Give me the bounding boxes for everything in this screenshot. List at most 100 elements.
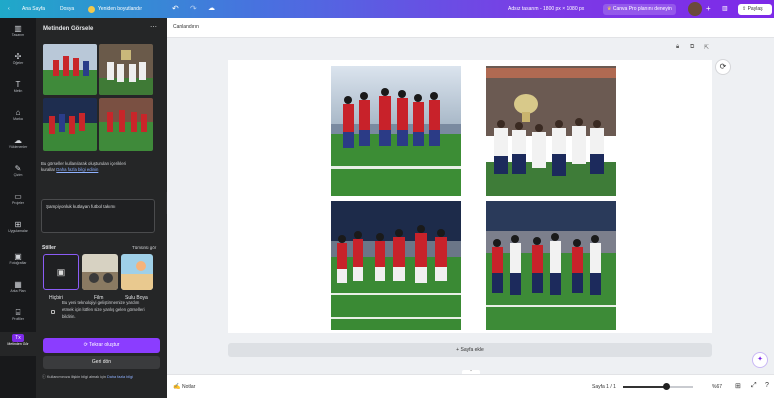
page-indicator[interactable]: Sayfa 1 / 1 [592,384,616,390]
go-back-button[interactable]: Geri dön [43,356,160,369]
design-page[interactable] [228,60,712,333]
more-dots-icon[interactable]: ⋯ [150,23,157,31]
style-option-film[interactable] [82,254,118,290]
disclaimer-text-2: kurallar [41,167,56,172]
try-pro-label: Canva Pro planını deneyin [612,6,672,12]
result-thumbnail-3[interactable] [43,98,97,151]
rail-item-design[interactable]: ▥ Tasarım [0,24,36,37]
notes-button[interactable]: Notlar [182,384,195,390]
left-icon-rail: ▥ Tasarım ✣ Öğeler T Metin ⌂ Marka ☁ Yüklenen… [0,18,36,398]
learn-more-link[interactable]: Daha fazla bilgi edinin [56,167,98,172]
elements-icon: ✣ [14,52,22,61]
animate-button[interactable]: Canlandırın [173,24,199,30]
draw-icon: ✎ [14,164,22,173]
rail-label: Profiller [12,317,24,321]
text-icon: T [15,80,21,89]
trophy-team-image[interactable] [486,66,616,196]
rail-item-text[interactable]: T Metin [0,80,36,93]
red-team-celebrating-image[interactable] [331,66,461,196]
zoom-level[interactable]: %67 [712,384,722,390]
image-placeholder-icon: ▣ [56,267,66,277]
rail-label: Uygulamalar [8,229,28,233]
avatar[interactable] [688,2,702,16]
cloud-upload-icon: ☁ [14,136,22,145]
photo-red-team [331,66,461,196]
thumbnail-image [43,98,97,151]
help-icon[interactable]: ? [765,382,769,389]
layout-icon: ▥ [14,24,22,33]
panel-footer: ⓘ Kullanımınıza ilişkin bilgi almak için… [42,375,160,380]
rail-label: Projeler [11,201,25,205]
footer-text: Kullanımınıza ilişkin bilgi almak için [46,375,106,379]
magic-icon[interactable]: ✦ [752,352,768,368]
refresh-icon[interactable]: ⟳ [715,59,731,75]
thumbnail-image [99,44,153,95]
panel-title: Metinden Görsele [43,26,94,32]
add-page-icon[interactable]: ⇱ [704,44,709,51]
back-chevron-icon[interactable]: ‹ [8,0,10,18]
background-icon: ▦ [14,280,22,289]
rail-item-apps[interactable]: ⊞ Uygulamalar [0,220,36,233]
style-option-none[interactable]: ▣ [43,254,79,290]
cloud-save-icon[interactable]: ☁ [208,0,215,18]
see-all-link[interactable]: Tümünü gör [132,245,156,250]
fullscreen-icon[interactable]: ⤢ [751,382,757,390]
file-menu[interactable]: Dosya [60,0,74,18]
result-thumbnail-2[interactable] [99,44,153,95]
result-thumbnail-4[interactable] [99,98,153,151]
regenerate-button[interactable]: ⟳ Tekrar oluştur [43,338,160,353]
context-toolbar: Canlandırın [167,18,774,38]
bar-chart-icon[interactable]: ▥ [722,0,728,18]
brand-icon: ⌂ [15,108,21,117]
result-thumbnail-1[interactable] [43,44,97,95]
info-icon: ⓘ [42,375,46,379]
photo-red-team-stadium [331,201,461,330]
consent-checkbox[interactable] [51,310,55,314]
rail-item-elements[interactable]: ✣ Öğeler [0,52,36,65]
style-option-watercolor[interactable] [121,254,153,290]
try-pro-button[interactable]: ♛ Canva Pro planını deneyin [603,4,676,15]
profile-icon: ⌸ [15,308,21,317]
notes-icon[interactable]: ✍ [173,383,180,390]
rail-item-photos[interactable]: ▣ Fotoğraflar [0,252,36,265]
lock-icon[interactable]: 🔒︎ [676,44,679,51]
mixed-team-image[interactable] [486,201,616,330]
rail-item-uploads[interactable]: ☁ Yüklenenler [0,136,36,149]
rail-item-profiles[interactable]: ⌸ Profiller [0,308,36,321]
document-title[interactable]: Adsız tasarım - 1800 px × 1080 px [508,0,584,18]
plus-icon[interactable]: + [706,0,711,18]
rail-item-background[interactable]: ▦ Arka Plan [0,280,36,293]
photo-trophy-team [486,66,616,196]
zoom-slider-handle[interactable] [663,383,671,390]
duplicate-icon[interactable]: ⧉ [690,44,694,51]
editor-top-bar: ‹ Ana Sayfa Dosya Yeniden boyutlandır ↶ … [0,0,774,18]
grid-view-icon[interactable]: ⊞ [735,382,741,390]
refresh-icon: ⟳ [83,342,88,348]
redo-icon[interactable]: ↷ [190,0,197,18]
photo-mixed-team [486,201,616,330]
rail-item-draw[interactable]: ✎ Çizim [0,164,36,177]
rail-item-text-to-image[interactable]: Tx Metinden Gör [0,332,36,356]
consent-text: Bu yeni teknolojiyi geliştirmemize yardı… [62,300,145,319]
rail-label: Fotoğraflar [9,261,27,265]
resize-button[interactable]: Yeniden boyutlandır [98,0,142,18]
crown-icon: ♛ [607,6,612,12]
red-team-stadium-image[interactable] [331,201,461,330]
watercolor-style-preview [121,254,153,290]
home-button[interactable]: Ana Sayfa [22,0,45,18]
undo-icon[interactable]: ↶ [172,0,179,18]
crown-icon [88,6,95,13]
footer-link[interactable]: Daha fazla bilgi [107,375,133,379]
rail-label: Yüklenenler [8,145,28,149]
rail-label: Metin [13,89,23,93]
rail-item-projects[interactable]: ▭ Projeler [0,192,36,205]
prompt-textarea[interactable]: Şampiyonluk kutlayan futbol takımı [41,199,155,233]
add-page-button[interactable]: + Sayfa ekle [228,343,712,357]
style-label-none: Hiçbiri [49,295,63,301]
bottom-bar: ✍ Notlar Sayfa 1 / 1 %67 ⊞ ⤢ ? [167,374,774,398]
prompt-value: Şampiyonluk kutlayan futbol takımı [46,204,116,209]
share-button[interactable]: ⇪ Paylaş [738,4,772,15]
text-to-image-panel: Metinden Görsele ⋯ Bu görseller kullanıl… [36,18,167,398]
film-style-preview [82,254,118,290]
rail-item-brand[interactable]: ⌂ Marka [0,108,36,121]
